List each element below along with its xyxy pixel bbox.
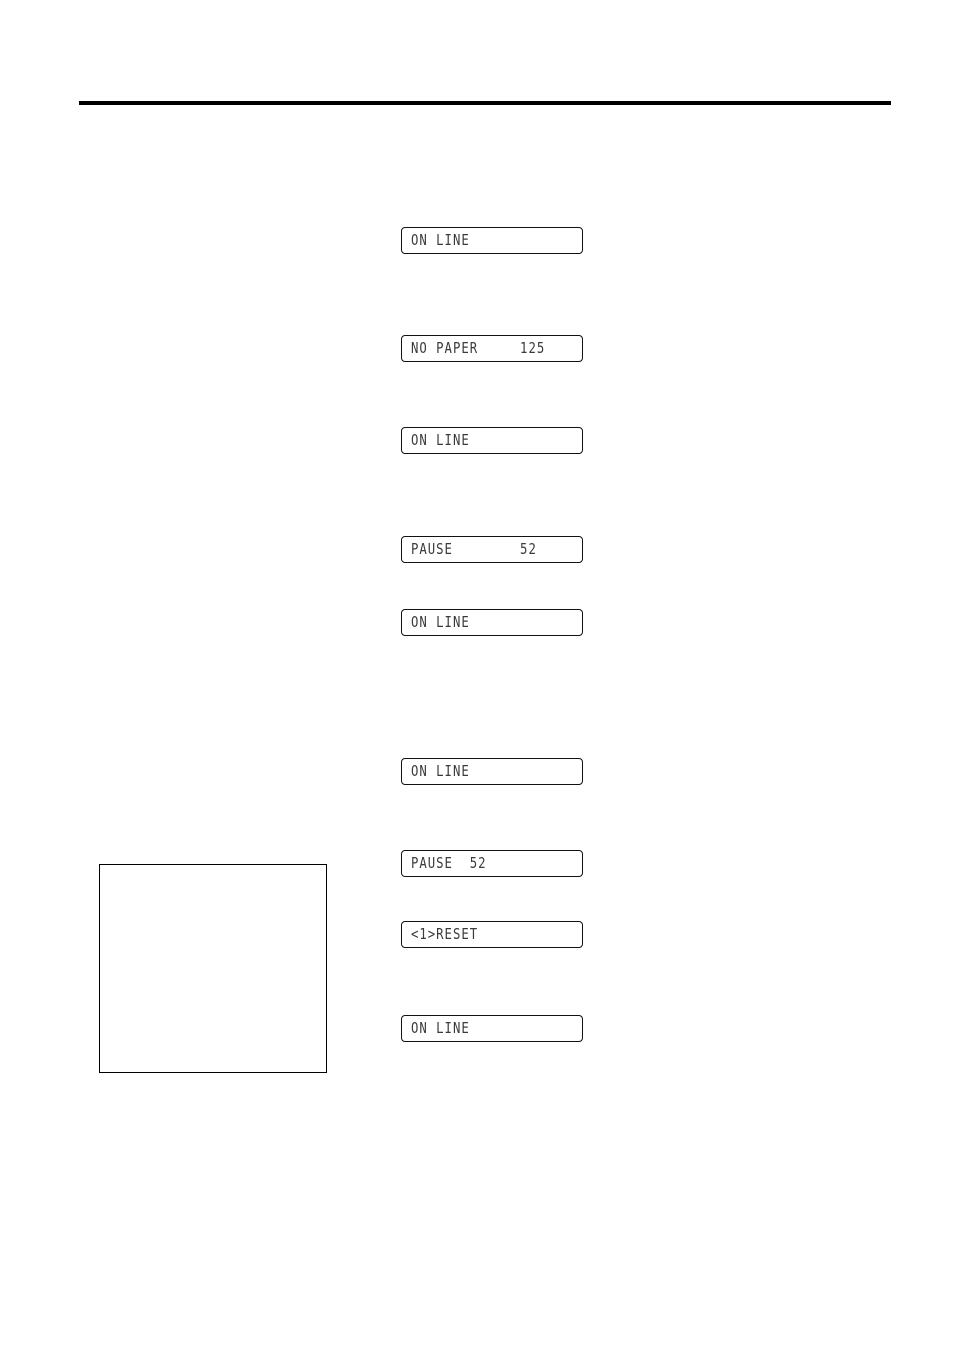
lcd-display: ON LINE: [401, 1015, 583, 1042]
lcd-display: ON LINE: [401, 609, 583, 636]
lcd-text: NO PAPER 125: [411, 339, 546, 357]
lcd-text: <1>RESET: [411, 925, 479, 943]
lcd-text: ON LINE: [411, 431, 470, 449]
lcd-text: ON LINE: [411, 613, 470, 631]
lcd-display: <1>RESET: [401, 921, 583, 948]
lcd-text: PAUSE 52: [411, 854, 487, 872]
lcd-text: PAUSE 52: [411, 540, 537, 558]
lcd-display: PAUSE 52: [401, 850, 583, 877]
lcd-display: ON LINE: [401, 427, 583, 454]
lcd-text: ON LINE: [411, 762, 470, 780]
lcd-display: ON LINE: [401, 758, 583, 785]
lcd-text: ON LINE: [411, 1019, 470, 1037]
note-box: [99, 864, 327, 1073]
lcd-display: NO PAPER 125: [401, 335, 583, 362]
lcd-display: ON LINE: [401, 227, 583, 254]
lcd-display: PAUSE 52: [401, 536, 583, 563]
header-rule: [79, 101, 891, 105]
lcd-text: ON LINE: [411, 231, 470, 249]
